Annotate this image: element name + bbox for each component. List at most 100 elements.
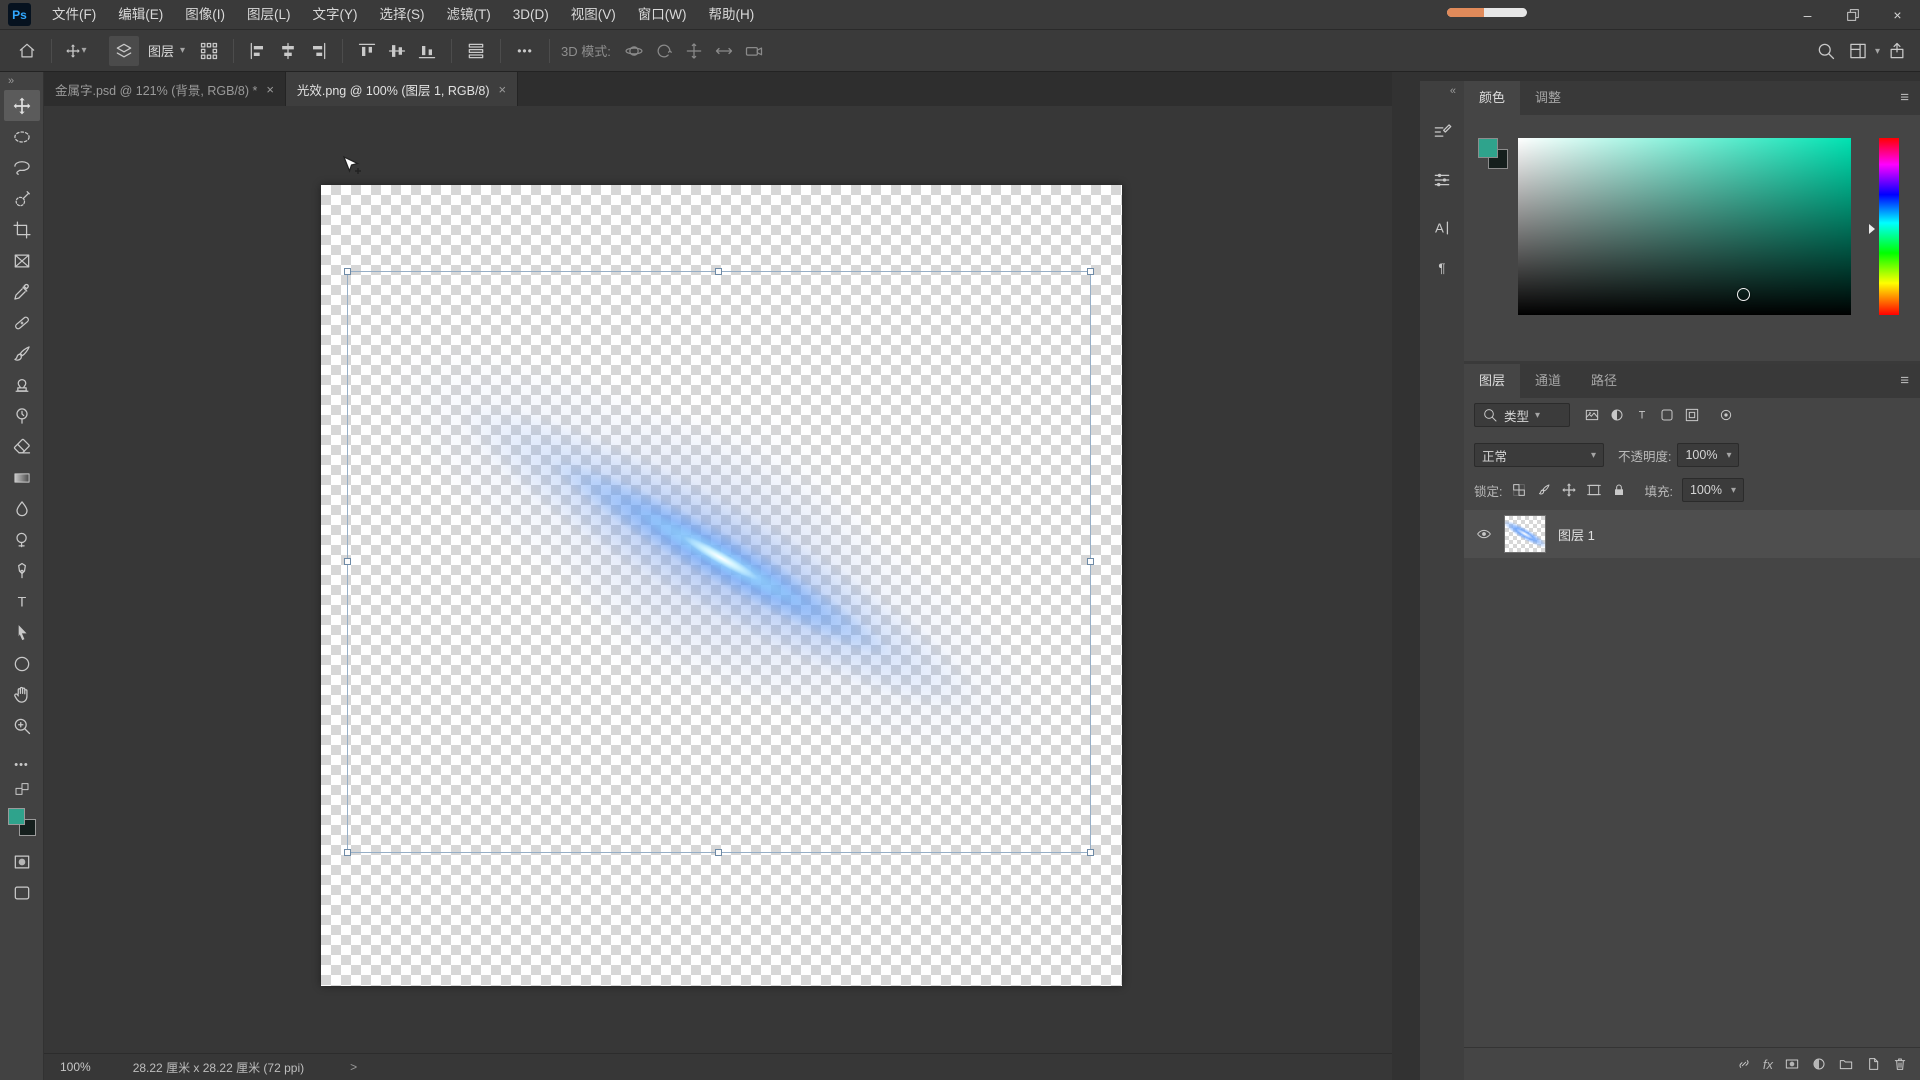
- search-button[interactable]: [1811, 36, 1841, 66]
- menu-item-filter[interactable]: 滤镜(T): [436, 0, 502, 30]
- align-bottom-button[interactable]: [412, 36, 442, 66]
- tab-channels[interactable]: 通道: [1520, 364, 1576, 398]
- tool-gradient[interactable]: [4, 462, 40, 493]
- tool-marquee[interactable]: [4, 121, 40, 152]
- document-tab[interactable]: 金属字.psd @ 121% (背景, RGB/8) * ×: [44, 72, 286, 106]
- blend-mode-dropdown[interactable]: 正常 ▾: [1474, 443, 1604, 467]
- lock-pixels-icon[interactable]: [1536, 482, 1552, 498]
- hue-slider-indicator[interactable]: [1869, 224, 1875, 234]
- share-export-button[interactable]: [1882, 36, 1912, 66]
- tab-close-button[interactable]: ×: [499, 82, 507, 97]
- toolbar-more-button[interactable]: •••: [4, 749, 40, 780]
- tab-layers[interactable]: 图层: [1464, 364, 1520, 398]
- tool-hand[interactable]: [4, 679, 40, 710]
- align-middle-v-button[interactable]: [382, 36, 412, 66]
- saturation-brightness-field[interactable]: [1518, 138, 1851, 315]
- layer-filter-type-dropdown[interactable]: 类型 ▾: [1474, 403, 1570, 427]
- menu-item-select[interactable]: 选择(S): [369, 0, 436, 30]
- show-transform-controls-toggle[interactable]: [194, 36, 224, 66]
- lock-all-icon[interactable]: [1611, 482, 1627, 498]
- toolbar-collapse-button[interactable]: »: [0, 72, 14, 90]
- tool-healing-brush[interactable]: [4, 307, 40, 338]
- add-adjustment-icon[interactable]: [1811, 1056, 1827, 1072]
- opacity-dropdown[interactable]: 100% ▾: [1677, 443, 1739, 467]
- panel-foreground-swatch[interactable]: [1478, 138, 1498, 158]
- restore-button[interactable]: [1830, 0, 1875, 30]
- status-expand-button[interactable]: >: [350, 1060, 357, 1074]
- home-button[interactable]: [12, 36, 42, 66]
- canvas-area[interactable]: [44, 106, 1392, 1080]
- tab-adjustments[interactable]: 调整: [1520, 81, 1576, 115]
- properties-panel-button[interactable]: [1425, 163, 1459, 197]
- tool-type[interactable]: T: [4, 586, 40, 617]
- zoom-level-field[interactable]: 100%: [60, 1060, 91, 1074]
- transform-handle-top-left[interactable]: [344, 268, 351, 275]
- panel-menu-icon[interactable]: ≡: [1900, 81, 1909, 115]
- align-right-button[interactable]: [303, 36, 333, 66]
- layer-name[interactable]: 图层 1: [1558, 525, 1595, 544]
- more-options-button[interactable]: •••: [510, 36, 540, 66]
- tool-history-brush[interactable]: [4, 400, 40, 431]
- transform-handle-bottom-middle[interactable]: [715, 849, 722, 856]
- hue-slider[interactable]: [1879, 138, 1899, 315]
- screen-mode-button[interactable]: [4, 877, 40, 908]
- workspace-switcher-button[interactable]: [1843, 36, 1873, 66]
- transform-handle-bottom-left[interactable]: [344, 849, 351, 856]
- layer-row-selected[interactable]: 图层 1: [1464, 510, 1920, 558]
- new-layer-icon[interactable]: [1865, 1056, 1881, 1072]
- tool-lasso[interactable]: [4, 152, 40, 183]
- menu-item-help[interactable]: 帮助(H): [697, 0, 765, 30]
- transform-handle-middle-right[interactable]: [1087, 558, 1094, 565]
- new-group-folder-icon[interactable]: [1838, 1056, 1854, 1072]
- color-picker-ring[interactable]: [1737, 288, 1750, 301]
- 3d-roll-button[interactable]: [649, 36, 679, 66]
- caret-down-icon[interactable]: ▾: [1875, 46, 1880, 57]
- minimize-button[interactable]: –: [1785, 0, 1830, 30]
- tool-preset-button[interactable]: ▾: [61, 36, 91, 66]
- foreground-color-swatch[interactable]: [8, 808, 25, 825]
- tool-brush[interactable]: [4, 338, 40, 369]
- align-left-button[interactable]: [243, 36, 273, 66]
- filter-shape-layers-icon[interactable]: [1659, 407, 1675, 423]
- lock-position-icon[interactable]: [1561, 482, 1577, 498]
- layer-visibility-cell[interactable]: [1464, 526, 1504, 542]
- 3d-slide-button[interactable]: [709, 36, 739, 66]
- brush-settings-panel-button[interactable]: [1425, 115, 1459, 149]
- transform-handle-middle-left[interactable]: [344, 558, 351, 565]
- lock-transparency-icon[interactable]: [1511, 482, 1527, 498]
- tool-dodge[interactable]: [4, 524, 40, 555]
- document-tab-active[interactable]: 光效.png @ 100% (图层 1, RGB/8) ×: [286, 72, 518, 106]
- quick-mask-button[interactable]: [4, 846, 40, 877]
- tool-frame[interactable]: [4, 245, 40, 276]
- tool-shape[interactable]: [4, 648, 40, 679]
- tool-quick-selection[interactable]: [4, 183, 40, 214]
- tool-zoom[interactable]: [4, 710, 40, 741]
- filter-type-layers-icon[interactable]: T: [1634, 407, 1650, 423]
- layer-thumbnail[interactable]: [1504, 515, 1546, 553]
- tool-move[interactable]: [4, 90, 40, 121]
- swap-colors-button[interactable]: [4, 780, 40, 798]
- menu-item-image[interactable]: 图像(I): [174, 0, 236, 30]
- delete-layer-trash-icon[interactable]: [1892, 1056, 1908, 1072]
- tab-close-button[interactable]: ×: [266, 82, 274, 97]
- transform-handle-bottom-right[interactable]: [1087, 849, 1094, 856]
- tool-pen[interactable]: [4, 555, 40, 586]
- filter-adjustment-layers-icon[interactable]: [1609, 407, 1625, 423]
- menu-item-file[interactable]: 文件(F): [41, 0, 107, 30]
- auto-select-target-dropdown[interactable]: 图层 ▾: [139, 38, 194, 64]
- align-top-button[interactable]: [352, 36, 382, 66]
- filter-pixel-layers-icon[interactable]: [1584, 407, 1600, 423]
- menu-item-window[interactable]: 窗口(W): [627, 0, 698, 30]
- auto-select-toggle[interactable]: [109, 36, 139, 66]
- tool-path-select[interactable]: [4, 617, 40, 648]
- paragraph-panel-button[interactable]: ¶: [1425, 251, 1459, 285]
- filter-smart-objects-icon[interactable]: [1684, 407, 1700, 423]
- tool-clone-stamp[interactable]: [4, 369, 40, 400]
- fill-dropdown[interactable]: 100% ▾: [1682, 478, 1744, 502]
- align-center-h-button[interactable]: [273, 36, 303, 66]
- lock-artboard-icon[interactable]: [1586, 482, 1602, 498]
- 3d-pan-button[interactable]: [679, 36, 709, 66]
- menu-item-edit[interactable]: 编辑(E): [107, 0, 174, 30]
- distribute-button[interactable]: [461, 36, 491, 66]
- tab-paths[interactable]: 路径: [1576, 364, 1632, 398]
